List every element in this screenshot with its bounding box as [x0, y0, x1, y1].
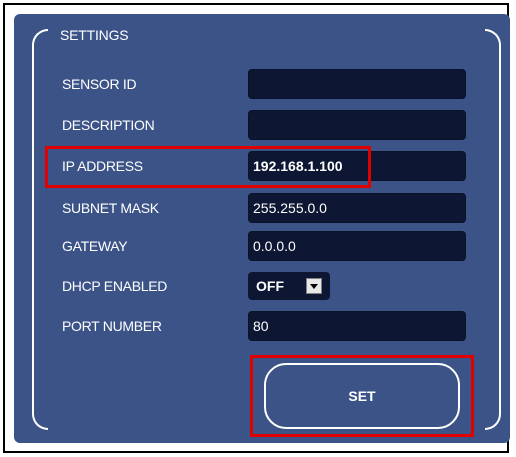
subnet-mask-label: SUBNET MASK	[62, 200, 159, 216]
sensor-id-field[interactable]	[248, 69, 466, 99]
left-bracket-decoration	[32, 29, 48, 430]
right-bracket-decoration	[485, 29, 501, 430]
port-number-label: PORT NUMBER	[62, 318, 162, 334]
settings-title: SETTINGS	[54, 22, 135, 48]
description-field[interactable]	[248, 110, 466, 140]
description-label: DESCRIPTION	[62, 117, 155, 133]
dhcp-enabled-select[interactable]: OFF	[248, 272, 330, 300]
set-button-highlight	[250, 355, 474, 437]
sensor-id-label: SENSOR ID	[62, 76, 137, 92]
dhcp-enabled-label: DHCP ENABLED	[62, 278, 168, 294]
chevron-down-icon[interactable]	[306, 278, 322, 294]
gateway-label: GATEWAY	[62, 238, 128, 254]
ip-address-highlight	[45, 146, 371, 188]
dhcp-enabled-value: OFF	[256, 278, 284, 294]
gateway-field[interactable]	[248, 231, 466, 261]
subnet-mask-field[interactable]	[248, 193, 466, 223]
port-number-field[interactable]	[248, 311, 466, 341]
